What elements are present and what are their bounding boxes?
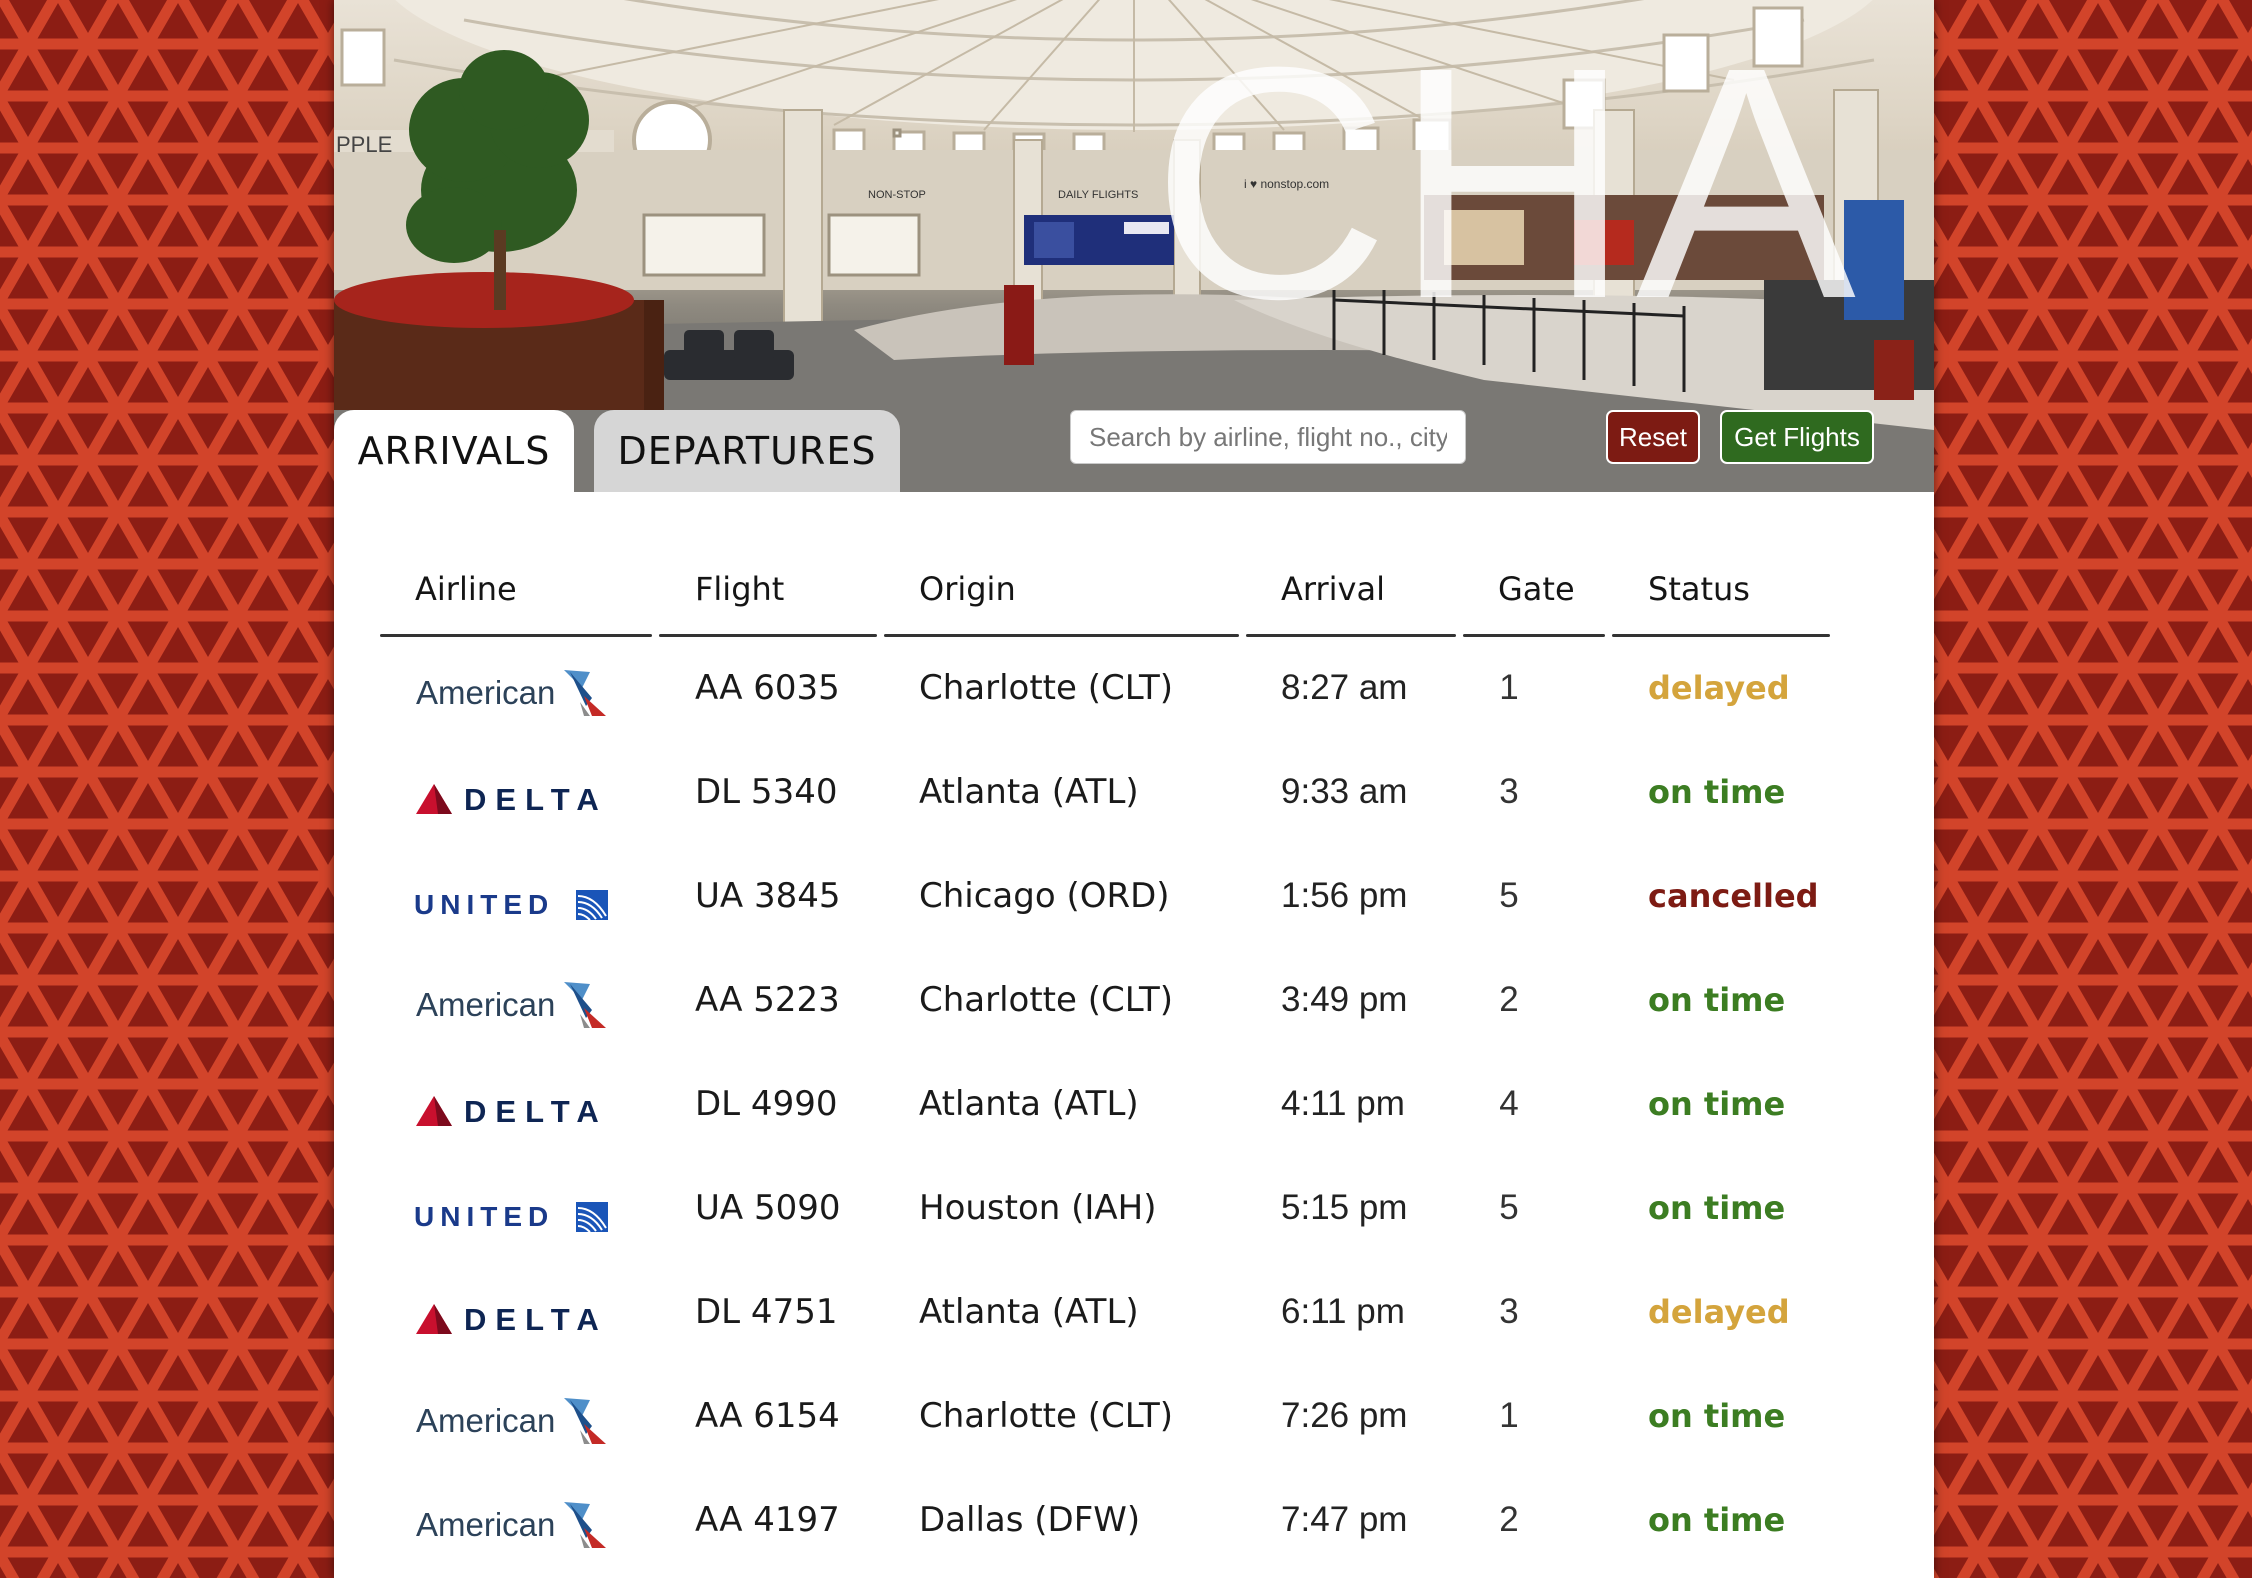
flight-board: PPLE NON-STOP DAILY FLIGHTS i ♥ nonstop.… <box>334 0 1934 1578</box>
origin-city: Houston (IAH) <box>919 1188 1157 1228</box>
gate-number: 2 <box>1499 1500 1519 1539</box>
search-input[interactable] <box>1070 410 1466 464</box>
header-underline <box>1612 634 1830 637</box>
united-logo: UNITED <box>414 889 608 921</box>
column-header-flight[interactable]: Flight <box>695 570 784 608</box>
arrival-time: 1:56 pm <box>1281 876 1408 915</box>
arrival-time: 3:49 pm <box>1281 980 1408 1019</box>
sign-text: DAILY FLIGHTS <box>1058 189 1138 201</box>
header-underline <box>1463 634 1605 637</box>
sign-text: PPLE <box>336 132 392 157</box>
gate-number: 2 <box>1499 980 1519 1019</box>
table-row[interactable]: American AA 4197 Dallas (DFW) 7:47 pm 2 on t… <box>334 1474 1934 1578</box>
column-header-gate[interactable]: Gate <box>1498 570 1575 608</box>
reset-button[interactable]: Reset <box>1606 410 1700 464</box>
airline-logo-text: American <box>416 1506 555 1543</box>
table-row[interactable]: American AA 6154 Charlotte (CLT) 7:26 pm 1 o… <box>334 1370 1934 1474</box>
airline-logo-text: DELTA <box>464 1094 608 1129</box>
column-header-airline[interactable]: Airline <box>415 570 517 608</box>
gate-number: 1 <box>1499 668 1519 707</box>
airline-logo-text: American <box>416 674 555 711</box>
status-label: on time <box>1648 1397 1786 1435</box>
gate-number: 1 <box>1499 1396 1519 1435</box>
origin-city: Dallas (DFW) <box>919 1500 1141 1540</box>
flight-number: DL 4751 <box>695 1292 838 1332</box>
status-label: delayed <box>1648 1293 1790 1331</box>
origin-city: Atlanta (ATL) <box>919 1084 1139 1124</box>
status-label: on time <box>1648 773 1786 811</box>
table-row[interactable]: UNITED UA 5090 Houston (IAH) 5:15 pm 5 on ti… <box>334 1162 1934 1266</box>
airport-code: CHA <box>1151 0 1860 367</box>
airline-logo-text: American <box>416 1402 555 1439</box>
flight-number: AA 5223 <box>695 980 840 1020</box>
table-row[interactable]: DELTA DL 5340 Atlanta (ATL) 9:33 am 3 on tim… <box>334 746 1934 850</box>
get-flights-button[interactable]: Get Flights <box>1720 410 1874 464</box>
flight-number: UA 3845 <box>695 876 841 916</box>
origin-city: Chicago (ORD) <box>919 876 1170 916</box>
column-header-status[interactable]: Status <box>1648 570 1750 608</box>
status-label: on time <box>1648 1189 1786 1227</box>
airline-logo-text: UNITED <box>414 889 554 920</box>
status-label: cancelled <box>1648 877 1819 915</box>
table-row[interactable]: UNITED UA 3845 Chicago (ORD) 1:56 pm 5 cance… <box>334 850 1934 954</box>
header-underline <box>380 634 652 637</box>
origin-city: Charlotte (CLT) <box>919 1396 1174 1436</box>
arrival-time: 6:11 pm <box>1281 1292 1405 1331</box>
arrival-time: 7:47 pm <box>1281 1500 1408 1539</box>
table-row[interactable]: DELTA DL 4990 Atlanta (ATL) 4:11 pm 4 on tim… <box>334 1058 1934 1162</box>
flight-number: DL 4990 <box>695 1084 838 1124</box>
status-label: on time <box>1648 1501 1786 1539</box>
american-airlines-logo: American <box>416 1398 606 1444</box>
gate-number: 3 <box>1499 1292 1519 1331</box>
gate-number: 5 <box>1499 876 1519 915</box>
delta-logo: DELTA <box>416 782 608 817</box>
arrival-time: 9:33 am <box>1281 772 1408 811</box>
american-airlines-logo: American <box>416 670 606 716</box>
header-underline <box>1246 634 1456 637</box>
header-underline <box>884 634 1239 637</box>
origin-city: Charlotte (CLT) <box>919 668 1174 708</box>
gate-number: 5 <box>1499 1188 1519 1227</box>
flight-number: AA 6035 <box>695 668 840 708</box>
table-row[interactable]: American AA 5223 Charlotte (CLT) 3:49 pm 2 o… <box>334 954 1934 1058</box>
status-label: on time <box>1648 981 1786 1019</box>
flight-number: AA 4197 <box>695 1500 840 1540</box>
table-row[interactable]: DELTA DL 4751 Atlanta (ATL) 6:11 pm 3 delaye… <box>334 1266 1934 1370</box>
flight-number: DL 5340 <box>695 772 838 812</box>
arrival-time: 7:26 pm <box>1281 1396 1408 1435</box>
delta-logo: DELTA <box>416 1302 608 1337</box>
american-airlines-logo: American <box>416 982 606 1028</box>
origin-city: Atlanta (ATL) <box>919 772 1139 812</box>
arrival-time: 8:27 am <box>1281 668 1408 707</box>
sign-text: NON-STOP <box>868 189 926 201</box>
column-header-arrival[interactable]: Arrival <box>1281 570 1385 608</box>
united-logo: UNITED <box>414 1201 608 1233</box>
arrival-time: 4:11 pm <box>1281 1084 1405 1123</box>
status-label: on time <box>1648 1085 1786 1123</box>
airline-logo-text: DELTA <box>464 782 608 817</box>
flight-number: UA 5090 <box>695 1188 841 1228</box>
arrival-time: 5:15 pm <box>1281 1188 1408 1227</box>
american-airlines-logo: American <box>416 1502 606 1548</box>
airline-logo-text: DELTA <box>464 1302 608 1337</box>
flight-number: AA 6154 <box>695 1396 840 1436</box>
hero-banner: PPLE NON-STOP DAILY FLIGHTS i ♥ nonstop.… <box>334 0 1934 492</box>
gate-number: 4 <box>1499 1084 1519 1123</box>
origin-city: Atlanta (ATL) <box>919 1292 1139 1332</box>
header-underline <box>659 634 877 637</box>
status-label: delayed <box>1648 669 1790 707</box>
tab-arrivals[interactable]: ARRIVALS <box>334 410 574 492</box>
airline-logo-text: UNITED <box>414 1201 554 1232</box>
table-row[interactable]: American AA 6035 Charlotte (CLT) 8:27 am 1 d… <box>334 642 1934 746</box>
delta-logo: DELTA <box>416 1094 608 1129</box>
origin-city: Charlotte (CLT) <box>919 980 1174 1020</box>
table-header: Airline Flight Origin Arrival Gate Statu… <box>334 550 1934 640</box>
gate-number: 3 <box>1499 772 1519 811</box>
airline-logo-text: American <box>416 986 555 1023</box>
column-header-origin[interactable]: Origin <box>919 570 1016 608</box>
tab-departures[interactable]: DEPARTURES <box>594 410 900 492</box>
